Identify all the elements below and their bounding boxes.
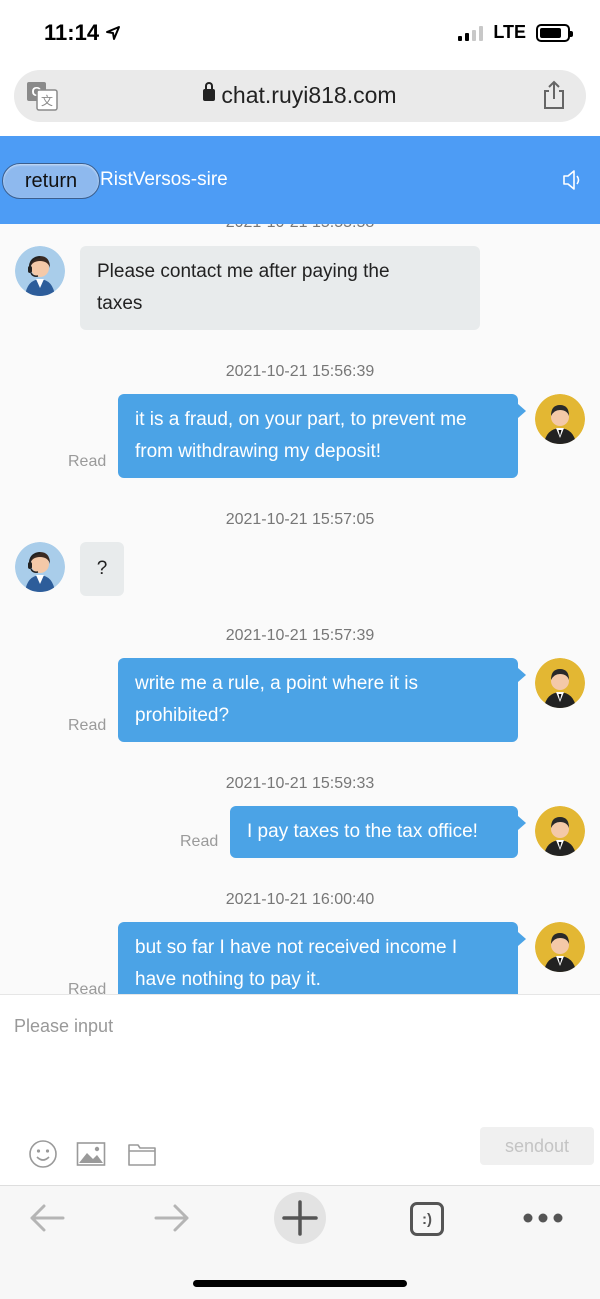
message-timestamp: 2021-10-21 15:56:39 xyxy=(225,363,375,380)
message-timestamp: 2021-10-21 15:59:33 xyxy=(225,775,375,792)
message-timestamp: 2021-10-21 15:57:39 xyxy=(225,627,375,644)
user-avatar xyxy=(535,922,585,972)
battery-icon xyxy=(536,23,573,42)
chat-header: return RistVersos-sire xyxy=(0,136,600,224)
message-text: from withdrawing my deposit! xyxy=(135,441,382,462)
message-bubble-incoming[interactable]: ? xyxy=(80,542,124,596)
agent-avatar xyxy=(15,246,65,296)
message-timestamp: 2021-10-21 16:00:40 xyxy=(225,891,375,908)
speaker-icon[interactable] xyxy=(562,168,584,192)
more-icon[interactable] xyxy=(522,1212,564,1224)
status-time-text: 11:14 xyxy=(44,20,100,45)
message-text: I pay taxes to the tax office! xyxy=(247,821,478,842)
address-bar[interactable]: G 文 chat.ruyi818.com xyxy=(14,70,586,122)
message-timestamp: 2021-10-21 15:55:58 xyxy=(0,224,600,232)
message-text: Please contact me after paying the xyxy=(97,261,390,282)
network-type: LTE xyxy=(493,22,526,42)
home-indicator xyxy=(193,1280,407,1287)
forward-arrow-icon[interactable] xyxy=(153,1202,191,1234)
message-bubble-incoming[interactable]: Please contact me after paying the taxes xyxy=(80,246,480,330)
message-text: it is a fraud, on your part, to prevent … xyxy=(135,409,467,430)
message-text: but so far I have not received income I xyxy=(135,937,458,958)
return-button[interactable]: return xyxy=(2,163,100,199)
new-tab-plus-icon xyxy=(282,1200,318,1236)
message-input[interactable] xyxy=(14,1011,584,1041)
status-bar: 11:14 LTE xyxy=(0,0,600,64)
user-avatar xyxy=(535,394,585,444)
message-text: write me a rule, a point where it is xyxy=(135,673,419,694)
tabs-icon[interactable]: :) xyxy=(410,1202,444,1236)
send-button[interactable]: sendout xyxy=(480,1127,594,1165)
url-display[interactable]: chat.ruyi818.com xyxy=(14,82,586,109)
folder-icon[interactable] xyxy=(127,1139,157,1169)
user-avatar xyxy=(535,806,585,856)
contact-name: RistVersos-sire xyxy=(100,169,228,190)
lock-icon xyxy=(203,82,216,101)
url-text: chat.ruyi818.com xyxy=(221,82,397,108)
read-status: Read xyxy=(68,717,107,734)
message-timestamp: 2021-10-21 15:57:05 xyxy=(225,511,375,528)
share-icon[interactable] xyxy=(542,80,566,110)
composer: sendout xyxy=(0,994,600,1184)
message-bubble-outgoing[interactable]: but so far I have not received income I … xyxy=(118,922,526,994)
message-text: have nothing to pay it. xyxy=(135,969,321,990)
agent-avatar xyxy=(15,542,65,592)
back-arrow-icon[interactable] xyxy=(28,1202,66,1234)
location-arrow-icon xyxy=(106,26,121,40)
message-text: prohibited? xyxy=(135,705,230,726)
message-text: taxes xyxy=(97,293,143,314)
status-indicators: LTE xyxy=(458,22,573,43)
image-icon[interactable] xyxy=(76,1139,106,1169)
browser-toolbar: :) xyxy=(0,1185,600,1299)
read-status: Read xyxy=(68,981,107,994)
user-avatar xyxy=(535,658,585,708)
signal-icon xyxy=(458,25,484,41)
message-bubble-outgoing[interactable]: it is a fraud, on your part, to prevent … xyxy=(118,394,526,478)
new-tab-button[interactable] xyxy=(274,1192,326,1244)
message-bubble-outgoing[interactable]: write me a rule, a point where it is pro… xyxy=(118,658,526,742)
message-bubble-outgoing[interactable]: I pay taxes to the tax office! xyxy=(230,806,526,858)
read-status: Read xyxy=(68,453,107,470)
message-text: ? xyxy=(96,558,108,579)
read-status: Read xyxy=(180,833,219,850)
emoji-icon[interactable] xyxy=(28,1139,58,1169)
status-time: 11:14 xyxy=(44,20,121,46)
message-list[interactable]: 2021-10-21 15:55:58 Please contact me af… xyxy=(0,224,600,994)
